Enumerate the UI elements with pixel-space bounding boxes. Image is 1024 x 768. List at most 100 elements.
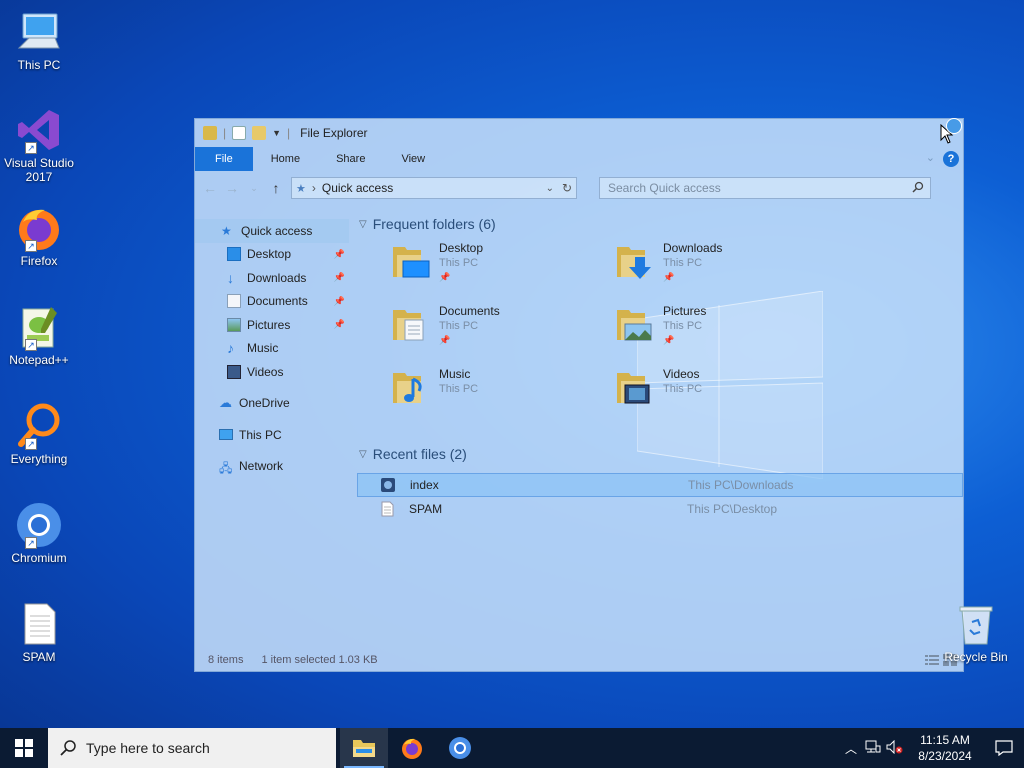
folder-icon	[203, 126, 217, 140]
window-title: File Explorer	[300, 126, 368, 140]
forward-arrow-icon[interactable]: →	[225, 180, 239, 196]
item-count: 8 items	[208, 654, 244, 666]
desktop-icon-label: Recycle Bin	[944, 650, 1008, 664]
tab-view[interactable]: View	[383, 147, 443, 171]
new-folder-icon[interactable]	[252, 126, 267, 140]
volume-muted-icon[interactable]	[884, 739, 906, 757]
address-dropdown-icon[interactable]: ⌄	[546, 183, 554, 194]
breadcrumb-quick-access[interactable]: Quick access	[322, 181, 393, 195]
details-view-icon[interactable]	[925, 654, 939, 669]
chromium-icon: ↗	[15, 501, 63, 549]
nav-item-music[interactable]: ♪ Music	[195, 337, 349, 361]
folder-tile-desktop[interactable]: Desktop This PC 📌	[391, 241, 611, 283]
everything-search-icon: ↗	[15, 402, 63, 450]
this-pc-icon	[219, 429, 233, 441]
music-note-icon: ♪	[227, 340, 234, 357]
desktop-icon-label: Everything	[10, 452, 68, 466]
visual-studio-icon: ↗	[15, 106, 63, 154]
up-arrow-icon[interactable]: ↑	[269, 180, 283, 196]
folder-tile-videos[interactable]: Videos This PC	[615, 367, 835, 407]
show-hidden-icons-chevron-icon[interactable]: ︿	[840, 740, 862, 757]
recent-files-list: index This PC\Downloads SPAM This PC\Des…	[357, 473, 963, 521]
quick-access-star-icon: ★	[296, 182, 306, 195]
firefox-icon: ↗	[15, 204, 63, 252]
tab-home[interactable]: Home	[253, 147, 318, 171]
back-arrow-icon[interactable]: ←	[203, 180, 217, 196]
collapse-chevron-icon: ▽	[359, 448, 367, 460]
search-input[interactable]: Search Quick access	[599, 177, 931, 199]
pin-icon: 📌	[333, 248, 345, 259]
selection-info: 1 item selected 1.03 KB	[261, 654, 378, 666]
desktop-folder-icon	[391, 241, 431, 281]
title-bar[interactable]: | ▼ | File Explorer	[195, 119, 963, 147]
folder-tile-music[interactable]: Music This PC	[391, 367, 611, 407]
nav-item-this-pc[interactable]: This PC	[195, 423, 349, 447]
taskbar-file-explorer[interactable]	[340, 728, 388, 768]
desktop-icon-label: SPAM	[22, 650, 56, 664]
documents-folder-icon	[391, 304, 431, 344]
videos-icon	[227, 364, 241, 379]
address-row: ← → ⌄ ↑ ★ › Quick access ⌄ ↻ Search Quic…	[195, 171, 963, 205]
action-center-button[interactable]	[984, 740, 1024, 756]
expand-ribbon-chevron-icon[interactable]: ⌄	[926, 151, 935, 164]
system-clock[interactable]: 11:15 AM 8/23/2024	[906, 732, 984, 764]
desktop-icon-everything[interactable]: ↗ Everything	[2, 402, 76, 466]
recent-locations-chevron-icon[interactable]: ⌄	[247, 183, 261, 194]
start-button[interactable]	[0, 728, 48, 768]
nav-item-network[interactable]: 🖧 Network	[195, 455, 349, 479]
downloads-arrow-icon: ↓	[227, 269, 234, 286]
customize-toolbar-chevron-icon[interactable]: ▼	[272, 128, 281, 138]
videos-folder-icon	[615, 367, 655, 407]
content-pane: ▽ Frequent folders (6) Desktop This PC 📌	[357, 211, 963, 649]
search-icon	[912, 181, 924, 196]
recent-files-header[interactable]: ▽ Recent files (2)	[357, 441, 963, 467]
frequent-folders-header[interactable]: ▽ Frequent folders (6)	[357, 211, 963, 237]
folder-tile-pictures[interactable]: Pictures This PC 📌	[615, 304, 835, 346]
pin-icon: 📌	[663, 335, 675, 345]
properties-icon[interactable]	[232, 126, 247, 140]
nav-item-documents[interactable]: Documents 📌	[195, 290, 349, 314]
desktop-icon-firefox[interactable]: ↗ Firefox	[2, 204, 76, 268]
taskbar-firefox[interactable]	[388, 728, 436, 768]
pictures-folder-icon	[615, 304, 655, 344]
list-item[interactable]: SPAM This PC\Desktop	[357, 497, 963, 521]
shortcut-arrow-icon: ↗	[25, 240, 37, 252]
nav-item-quick-access[interactable]: ★ Quick access	[195, 219, 349, 243]
explorer-app-badge-icon	[946, 118, 962, 134]
nav-item-desktop[interactable]: Desktop 📌	[195, 243, 349, 267]
desktop-icon-this-pc[interactable]: This PC	[2, 8, 76, 72]
nav-item-pictures[interactable]: Pictures 📌	[195, 313, 349, 337]
notification-icon	[995, 740, 1013, 756]
desktop-icon-notepadpp[interactable]: ↗ Notepad++	[2, 303, 76, 367]
text-file-icon	[379, 501, 395, 517]
music-folder-icon	[391, 367, 431, 407]
search-icon	[60, 740, 76, 756]
desktop-icon-chromium[interactable]: ↗ Chromium	[2, 501, 76, 565]
recycle-bin-icon	[952, 600, 1000, 648]
help-icon[interactable]: ?	[943, 151, 959, 167]
ribbon-tabs: File Home Share View ⌄ ?	[195, 147, 963, 171]
pin-icon: 📌	[663, 272, 675, 282]
documents-icon	[227, 294, 241, 309]
pin-icon: 📌	[333, 272, 345, 283]
list-item[interactable]: index This PC\Downloads	[357, 473, 963, 497]
tab-share[interactable]: Share	[318, 147, 383, 171]
file-explorer-icon	[353, 740, 375, 757]
file-explorer-window[interactable]: | ▼ | File Explorer File Home Share View…	[194, 118, 964, 672]
desktop-icon-spam[interactable]: SPAM	[2, 600, 76, 664]
notepadpp-icon: ↗	[15, 303, 63, 351]
taskbar-chromium[interactable]	[436, 728, 484, 768]
taskbar-search-box[interactable]: Type here to search	[48, 728, 336, 768]
refresh-icon[interactable]: ↻	[562, 181, 572, 195]
nav-item-downloads[interactable]: ↓ Downloads 📌	[195, 266, 349, 290]
desktop-icon-recycle-bin[interactable]: Recycle Bin	[938, 600, 1014, 664]
desktop-icon-visual-studio[interactable]: ↗ Visual Studio 2017	[2, 106, 76, 184]
network-icon[interactable]	[862, 740, 884, 757]
nav-item-onedrive[interactable]: ☁ OneDrive	[195, 392, 349, 416]
nav-item-videos[interactable]: Videos	[195, 360, 349, 384]
folder-tile-downloads[interactable]: Downloads This PC 📌	[615, 241, 835, 283]
desktop-icon-label: This PC	[17, 58, 61, 72]
folder-tile-documents[interactable]: Documents This PC 📌	[391, 304, 611, 346]
tab-file[interactable]: File	[195, 147, 253, 171]
address-bar[interactable]: ★ › Quick access ⌄ ↻	[291, 177, 577, 199]
